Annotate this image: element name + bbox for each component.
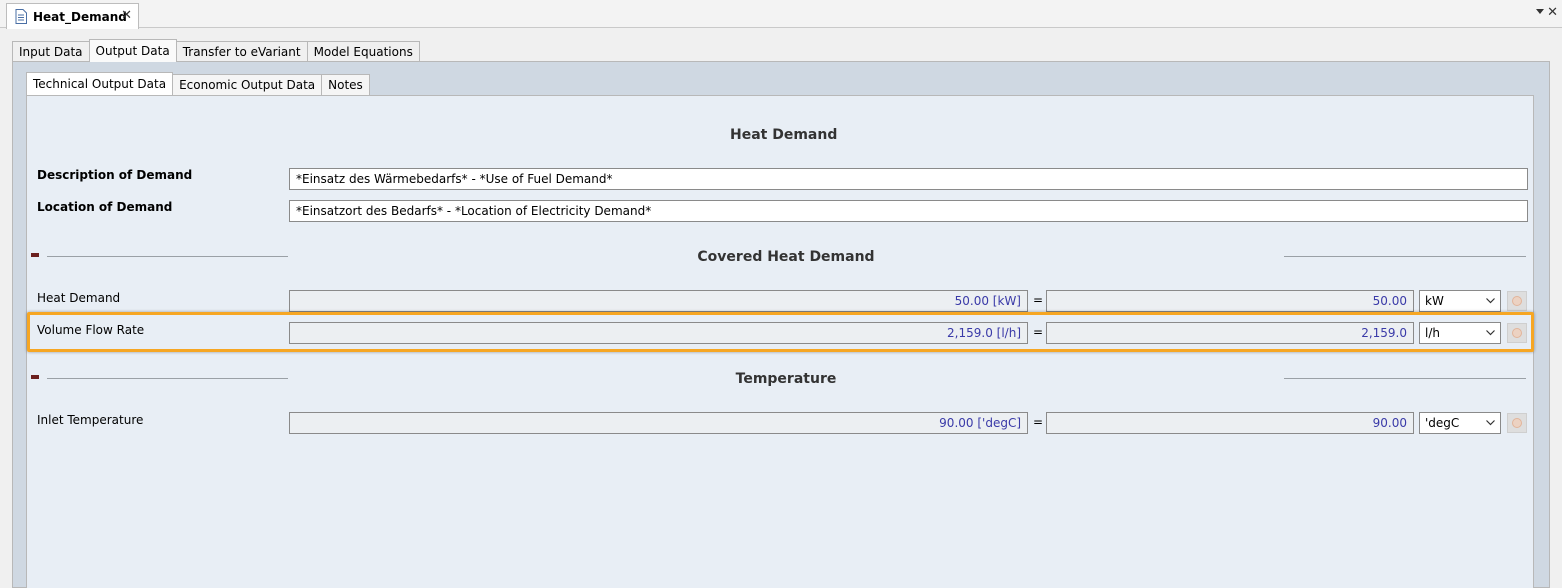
unit-select-value: 'degC — [1425, 416, 1460, 430]
inlet-temperature-unit-select[interactable]: 'degC — [1419, 412, 1501, 434]
location-field[interactable]: *Einsatzort des Bedarfs* - *Location of … — [289, 200, 1528, 222]
document-icon — [15, 9, 27, 24]
window-menu-icon[interactable] — [1536, 9, 1544, 14]
section-divider — [1284, 378, 1526, 379]
circle-icon — [1512, 296, 1522, 306]
inlet-temperature-calc-field: 90.00 ['degC] — [289, 412, 1028, 434]
volume-flow-rate-calc-field: 2,159.0 [l/h] — [289, 322, 1028, 344]
tab-technical-output-data[interactable]: Technical Output Data — [26, 72, 174, 95]
section-divider — [47, 378, 288, 379]
heat-demand-action-button[interactable] — [1507, 291, 1527, 311]
circle-icon — [1512, 328, 1522, 338]
chevron-down-icon — [1486, 420, 1495, 426]
circle-icon — [1512, 418, 1522, 428]
volume-flow-rate-value-field[interactable]: 2,159.0 — [1046, 322, 1414, 344]
collapse-icon[interactable] — [31, 253, 39, 257]
volume-flow-rate-action-button[interactable] — [1507, 323, 1527, 343]
inner-tab-strip: Technical Output Data Economic Output Da… — [26, 72, 370, 95]
description-label: Description of Demand — [37, 168, 193, 182]
heat-demand-value-field[interactable]: 50.00 — [1046, 290, 1414, 312]
tab-input-data[interactable]: Input Data — [12, 41, 90, 62]
equals-sign: = — [1033, 325, 1044, 339]
collapse-icon[interactable] — [31, 375, 39, 379]
equals-sign: = — [1033, 415, 1044, 429]
temperature-title: Temperature — [735, 371, 837, 387]
heat-demand-unit-select[interactable]: kW — [1419, 290, 1501, 312]
volume-flow-rate-unit-select[interactable]: l/h — [1419, 322, 1501, 344]
location-label: Location of Demand — [37, 200, 173, 214]
chevron-down-icon — [1486, 330, 1495, 336]
section-divider — [47, 256, 288, 257]
inlet-temperature-label: Inlet Temperature — [37, 413, 144, 427]
document-tab-heat-demand[interactable]: Heat_Demand ✕ — [6, 3, 139, 29]
chevron-down-icon — [1486, 298, 1495, 304]
covered-heat-demand-title: Covered Heat Demand — [697, 249, 875, 265]
document-tab-title: Heat_Demand — [33, 9, 127, 24]
heat-demand-calc-field: 50.00 [kW] — [289, 290, 1028, 312]
tab-transfer-to-evariant[interactable]: Transfer to eVariant — [175, 41, 308, 62]
close-icon[interactable]: ✕ — [121, 8, 132, 23]
tab-economic-output-data[interactable]: Economic Output Data — [172, 74, 323, 95]
tab-notes[interactable]: Notes — [321, 74, 370, 95]
volume-flow-rate-label: Volume Flow Rate — [37, 323, 145, 337]
unit-select-value: l/h — [1425, 326, 1440, 340]
section-divider — [1284, 256, 1526, 257]
equals-sign: = — [1033, 293, 1044, 307]
document-tab-bar: Heat_Demand ✕ ✕ — [0, 0, 1562, 29]
inlet-temperature-value-field[interactable]: 90.00 — [1046, 412, 1414, 434]
heat-demand-label: Heat Demand — [37, 291, 121, 305]
description-field[interactable]: *Einsatz des Wärmebedarfs* - *Use of Fue… — [289, 168, 1528, 190]
window-close-icon[interactable]: ✕ — [1547, 5, 1558, 20]
inlet-temperature-action-button[interactable] — [1507, 413, 1527, 433]
heat-demand-title: Heat Demand — [730, 127, 838, 143]
tab-output-data[interactable]: Output Data — [88, 39, 177, 62]
unit-select-value: kW — [1425, 294, 1444, 308]
outer-tab-strip: Input Data Output Data Transfer to eVari… — [12, 39, 420, 62]
tab-model-equations[interactable]: Model Equations — [306, 41, 420, 62]
